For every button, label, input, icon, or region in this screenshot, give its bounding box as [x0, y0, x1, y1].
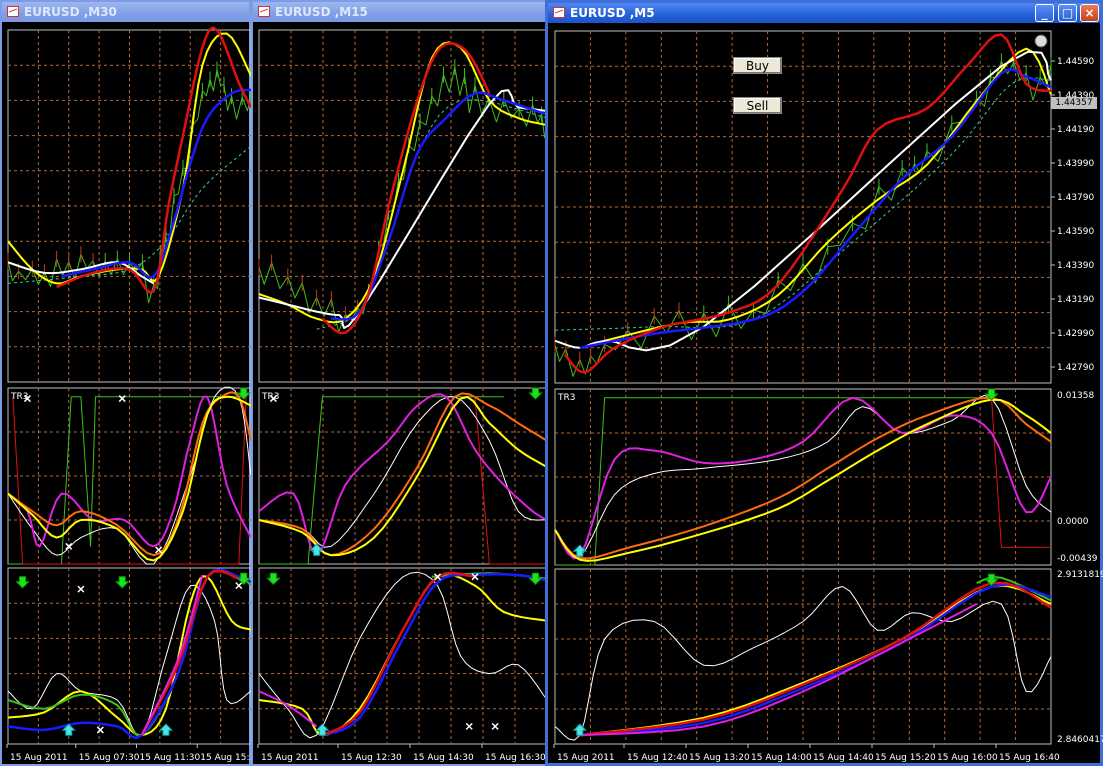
- chart-icon: [553, 7, 565, 18]
- price-axis-label: 1.43790: [1057, 193, 1094, 203]
- ind-orange: [258, 392, 547, 557]
- time-axis-label: 15 Aug 14:40: [813, 753, 874, 763]
- window-title: EURUSD ,M5: [570, 6, 655, 20]
- green-arrow-down-icon: [115, 576, 130, 589]
- ma-white: [258, 89, 547, 329]
- ind-magenta: [258, 393, 547, 557]
- time-axis-label: 15 Aug 11:30: [140, 753, 201, 763]
- step-green: [259, 396, 504, 565]
- expert-advisor-icon: [1034, 34, 1048, 48]
- price-axis-label: 1.43190: [1057, 295, 1094, 305]
- chart-area[interactable]: TR3 15 Aug 2011 15 Aug 12:30 15 Aug 14:30 15…: [255, 24, 547, 763]
- ind-white: [258, 396, 547, 548]
- indicator-axis-label: 2.8460417: [1057, 735, 1103, 745]
- time-axis-label: 15 Aug 12:40: [627, 753, 688, 763]
- indicator-label: TR3: [261, 392, 279, 402]
- window-titlebar[interactable]: EURUSD ,M30: [2, 2, 249, 22]
- ind2-magenta: [579, 603, 978, 737]
- chart-area[interactable]: TR3 15 Aug 2011 15 Aug 07:30 15 Aug 11:30 15…: [4, 24, 251, 763]
- chart-window-m30[interactable]: EURUSD ,M30 TR3 15 Aug 2011 15 Aug 07:30 15…: [0, 0, 251, 766]
- cross-marker-icon: [77, 585, 85, 593]
- time-axis-label: 15 Aug 2011: [557, 753, 615, 763]
- price-axis-label: 1.42990: [1057, 329, 1094, 339]
- ma-blue: [61, 88, 251, 279]
- time-axis-label: 15 Aug 14:30: [413, 753, 474, 763]
- minimize-button[interactable]: _: [1035, 4, 1054, 22]
- green-arrow-down-icon: [15, 576, 30, 589]
- ind2-red: [321, 571, 476, 737]
- window-titlebar[interactable]: EURUSD ,M5 _ □ ×: [548, 3, 1100, 23]
- ind2-magenta: [140, 574, 204, 736]
- time-axis-label: 15 Aug 07:30: [79, 753, 140, 763]
- chart-icon: [7, 6, 19, 17]
- chart-icon: [258, 6, 270, 17]
- price-axis-label: 1.44190: [1057, 125, 1094, 135]
- price-axis-label: 1.44590: [1057, 57, 1094, 67]
- chart-area[interactable]: TR3 15 Aug 2011 15 Aug 12:40 15 Aug 13:20 15…: [551, 25, 1103, 763]
- cross-marker-icon: [96, 726, 104, 734]
- indicator-label: TR3: [557, 393, 575, 403]
- cyan-arrow-up-icon: [309, 543, 324, 556]
- cyan-arrow-up-icon: [158, 723, 174, 736]
- buy-button[interactable]: Buy: [733, 57, 782, 74]
- pane-frame: [258, 567, 547, 745]
- cross-marker-icon: [235, 582, 243, 590]
- cross-marker-icon: [155, 546, 163, 554]
- time-axis-label: 15 Aug 14:00: [751, 753, 812, 763]
- indicator-axis-label: 2.9131819: [1057, 570, 1103, 580]
- time-axis-label: 15 Aug 15:30: [200, 753, 251, 763]
- time-axis-label: 15 Aug 2011: [261, 753, 319, 763]
- time-axis-label: 15 Aug 16:00: [937, 753, 998, 763]
- time-axis-label: 15 Aug 16:30: [485, 753, 546, 763]
- current-price-label: 1.44357: [1051, 97, 1097, 109]
- indicator-axis-label: -0.00439: [1057, 554, 1098, 564]
- sell-button[interactable]: Sell: [733, 97, 782, 114]
- window-titlebar[interactable]: EURUSD ,M15: [253, 2, 545, 22]
- chart-canvas[interactable]: TR3 15 Aug 2011 15 Aug 12:30 15 Aug 14:30 15…: [255, 24, 547, 766]
- indicator-axis-label: 0.01358: [1057, 391, 1094, 401]
- chart-window-m5[interactable]: EURUSD ,M5 _ □ × TR3 15 Aug 2011 15 Aug 12…: [545, 0, 1103, 766]
- step-red: [474, 396, 547, 565]
- green-arrow-down-icon: [266, 572, 281, 585]
- time-axis-label: 15 Aug 15:20: [875, 753, 936, 763]
- maximize-button[interactable]: □: [1058, 4, 1077, 22]
- window-title: EURUSD ,M30: [24, 5, 117, 19]
- close-button[interactable]: ×: [1080, 4, 1099, 22]
- time-axis-label: 15 Aug 12:30: [341, 753, 402, 763]
- chart-window-m15[interactable]: EURUSD ,M15 TR3 15 Aug 2011 15 Aug 12:30 15…: [251, 0, 547, 766]
- ind2-yellow: [258, 573, 547, 737]
- window-title: EURUSD ,M15: [275, 5, 368, 19]
- ind2-white: [258, 571, 547, 739]
- ind2-blue: [322, 573, 547, 737]
- cross-marker-icon: [491, 722, 499, 730]
- time-axis-label: 15 Aug 2011: [10, 753, 68, 763]
- green-arrow-down-icon: [528, 387, 543, 400]
- ind2-white: [554, 586, 1052, 741]
- green-arrow-down-icon: [528, 572, 543, 585]
- chart-canvas[interactable]: TR315 Aug 2011 15 Aug 12:40 15 Aug 13:20 15…: [551, 25, 1103, 766]
- time-axis-label: 15 Aug 16:40: [999, 753, 1060, 763]
- price-axis-label: 1.43990: [1057, 159, 1094, 169]
- indicator-axis-label: 0.0000: [1057, 517, 1089, 527]
- time-axis-label: 15 Aug 13:20: [689, 753, 750, 763]
- price-axis-label: 1.42790: [1057, 363, 1094, 373]
- chart-canvas[interactable]: TR315 Aug 2011 15 Aug 07:30 15 Aug 11:30 15…: [4, 24, 251, 766]
- price-axis-label: 1.43590: [1057, 227, 1094, 237]
- price-axis-label: 1.43390: [1057, 261, 1094, 271]
- step-green: [555, 397, 992, 566]
- cross-marker-icon: [465, 722, 473, 730]
- ma-dashed: [316, 99, 547, 330]
